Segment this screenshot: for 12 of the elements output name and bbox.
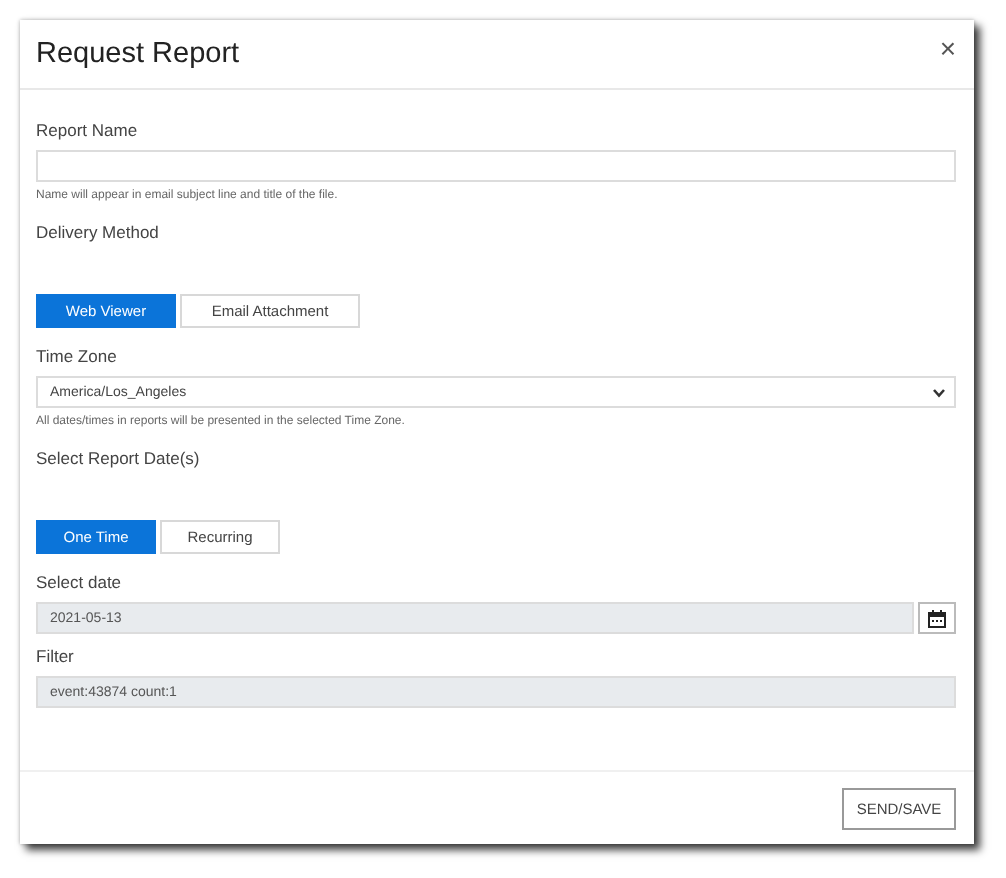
field-label: Delivery Method bbox=[36, 222, 161, 244]
field-label: Select date bbox=[36, 572, 124, 594]
dialog-title: Request Report bbox=[36, 38, 240, 70]
field-label: Report Name bbox=[36, 120, 140, 142]
close-button[interactable]: × bbox=[939, 34, 956, 62]
calendar-icon bbox=[928, 609, 946, 627]
calendar-button[interactable] bbox=[918, 602, 956, 634]
chevron-down-icon bbox=[932, 387, 946, 397]
field-label: Filter bbox=[36, 646, 76, 668]
field-label: Select Report Date(s) bbox=[36, 448, 202, 470]
input-field[interactable] bbox=[36, 150, 956, 182]
field-label: Time Zone bbox=[36, 346, 119, 368]
